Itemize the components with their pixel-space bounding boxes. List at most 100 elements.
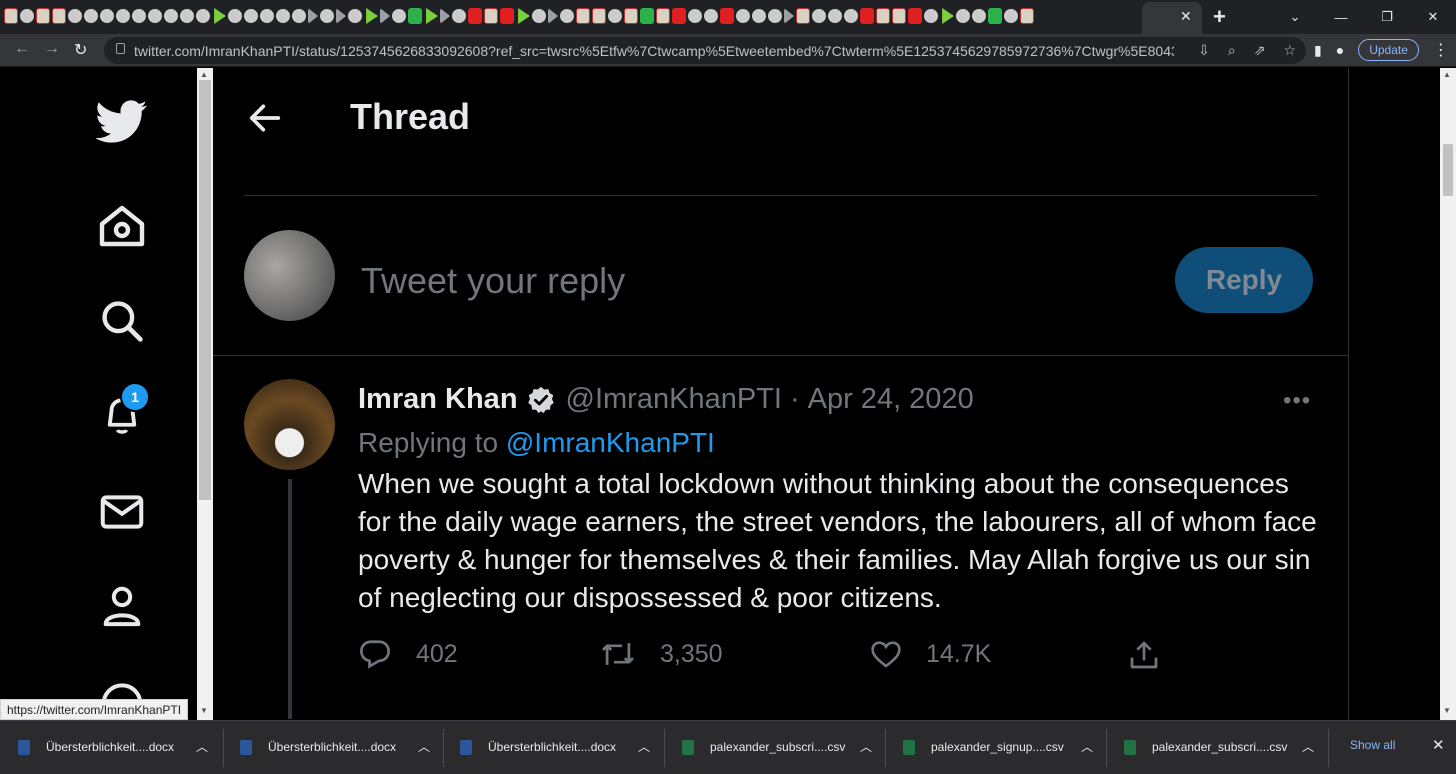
tab-favicon[interactable] [260, 9, 274, 23]
mail-icon[interactable] [96, 486, 148, 538]
tab-favicon[interactable] [672, 8, 686, 24]
tab-favicon[interactable] [408, 8, 422, 24]
like-action[interactable]: 14.7K [870, 639, 991, 669]
download-item[interactable]: Übersterblichkeit....docx ︿ [0, 721, 220, 774]
minimize-icon[interactable]: — [1318, 10, 1364, 25]
tab-favicon[interactable] [876, 8, 890, 24]
restore-icon[interactable]: ❐ [1364, 9, 1410, 25]
back-nav-icon[interactable]: ← [14, 40, 30, 58]
tab-favicon[interactable] [20, 9, 34, 23]
tab-favicon[interactable] [828, 9, 842, 23]
heart-icon[interactable] [870, 639, 902, 669]
tab-favicon[interactable] [366, 8, 378, 24]
avatar[interactable] [244, 230, 335, 321]
tab-favicon[interactable] [796, 8, 810, 24]
tab-favicon[interactable] [426, 8, 438, 24]
tab-favicon[interactable] [532, 9, 546, 23]
share-action[interactable] [1128, 639, 1160, 671]
tab-favicon[interactable] [704, 9, 718, 23]
person-icon[interactable] [96, 580, 148, 632]
tweet-date[interactable]: Apr 24, 2020 [808, 383, 974, 416]
share-upload-icon[interactable] [1128, 639, 1160, 671]
tab-favicon[interactable] [768, 9, 782, 23]
tab-favicon[interactable] [608, 9, 622, 23]
download-item[interactable]: palexander_subscri....csv ︿ [1106, 721, 1326, 774]
replying-handle-link[interactable]: @ImranKhanPTI [506, 427, 715, 458]
author-avatar[interactable] [244, 379, 335, 470]
chevron-up-icon[interactable]: ︿ [860, 738, 872, 755]
download-item[interactable]: Übersterblichkeit....docx ︿ [442, 721, 662, 774]
close-downloads-icon[interactable]: ✕ [1432, 736, 1445, 754]
download-item[interactable]: palexander_subscri....csv ︿ [664, 721, 884, 774]
tab-favicon[interactable] [308, 8, 318, 24]
author-name[interactable]: Imran Khan [358, 383, 518, 416]
download-item[interactable]: Übersterblichkeit....docx ︿ [222, 721, 442, 774]
tab-favicon[interactable] [468, 8, 482, 24]
active-tab[interactable] [1142, 2, 1202, 34]
tab-favicon[interactable] [988, 8, 1002, 24]
scroll-up-icon[interactable]: ▲ [200, 70, 208, 79]
tab-search-icon[interactable]: ⌄ [1272, 9, 1318, 25]
tweet[interactable]: Imran Khan @ImranKhanPTI · Apr 24, 2020 … [213, 357, 1349, 720]
reply-action[interactable]: 402 [358, 639, 458, 669]
left-scrollbar-thumb[interactable] [199, 80, 211, 500]
tab-favicon[interactable] [484, 8, 498, 24]
page-scrollbar-thumb[interactable] [1443, 144, 1453, 196]
tab-favicon[interactable] [452, 9, 466, 23]
tab-close-icon[interactable]: ✕ [1180, 8, 1192, 25]
scroll-down-icon[interactable]: ▼ [1443, 706, 1451, 715]
tab-favicon[interactable] [380, 8, 390, 24]
profile-icon[interactable]: ● [1336, 42, 1344, 58]
tab-favicon[interactable] [84, 9, 98, 23]
chevron-up-icon[interactable]: ︿ [1081, 738, 1093, 755]
author-handle[interactable]: @ImranKhanPTI [566, 383, 782, 416]
tab-favicon[interactable] [812, 9, 826, 23]
tab-favicon[interactable] [736, 9, 750, 23]
omnibox[interactable]: twitter.com/ImranKhanPTI/status/12537456… [104, 37, 1306, 64]
show-all-button[interactable]: Show all [1350, 738, 1395, 752]
tab-favicon[interactable] [4, 8, 18, 24]
tab-favicon[interactable] [116, 9, 130, 23]
tab-favicon[interactable] [320, 9, 334, 23]
tab-favicon[interactable] [132, 9, 146, 23]
tab-favicon[interactable] [908, 8, 922, 24]
tab-favicon[interactable] [276, 9, 290, 23]
reply-button[interactable]: Reply [1175, 247, 1313, 313]
tab-favicon[interactable] [196, 9, 210, 23]
tab-favicon[interactable] [720, 8, 734, 24]
tab-favicon[interactable] [52, 8, 66, 24]
bookmark-star-icon[interactable]: ☆ [1283, 42, 1296, 59]
tab-favicon[interactable] [844, 9, 858, 23]
tab-favicon[interactable] [148, 9, 162, 23]
chevron-up-icon[interactable]: ︿ [196, 738, 208, 755]
chevron-up-icon[interactable]: ︿ [418, 738, 430, 755]
new-tab-button[interactable]: + [1213, 4, 1226, 30]
tab-favicon[interactable] [752, 9, 766, 23]
update-button[interactable]: Update [1358, 39, 1419, 61]
tab-favicon[interactable] [214, 8, 226, 24]
tab-favicon[interactable] [68, 9, 82, 23]
tab-favicon[interactable] [392, 9, 406, 23]
download-item[interactable]: palexander_signup....csv ︿ [885, 721, 1105, 774]
window-close-icon[interactable]: ✕ [1410, 9, 1456, 25]
page-scrollbar[interactable]: ▲ ▼ [1440, 68, 1456, 720]
tab-favicon[interactable] [576, 8, 590, 24]
left-scrollbar[interactable]: ▲ ▼ [197, 68, 213, 720]
tab-favicon[interactable] [36, 8, 50, 24]
forward-nav-icon[interactable]: → [44, 40, 60, 58]
tab-favicon[interactable] [518, 8, 530, 24]
twitter-bird-icon[interactable] [96, 96, 148, 148]
tab-favicon[interactable] [656, 8, 670, 24]
tab-favicon[interactable] [244, 9, 258, 23]
home-icon[interactable] [96, 200, 148, 252]
url-field[interactable]: twitter.com/ImranKhanPTI/status/12537456… [134, 43, 1174, 59]
tab-favicon[interactable] [292, 9, 306, 23]
tab-favicon[interactable] [892, 8, 906, 24]
chevron-up-icon[interactable]: ︿ [1302, 738, 1314, 755]
tab-favicon[interactable] [924, 9, 938, 23]
more-options-icon[interactable]: ••• [1283, 387, 1311, 415]
tab-favicon[interactable] [228, 9, 242, 23]
tab-favicon[interactable] [180, 9, 194, 23]
search-icon[interactable] [96, 295, 148, 347]
tab-favicon[interactable] [336, 8, 346, 24]
